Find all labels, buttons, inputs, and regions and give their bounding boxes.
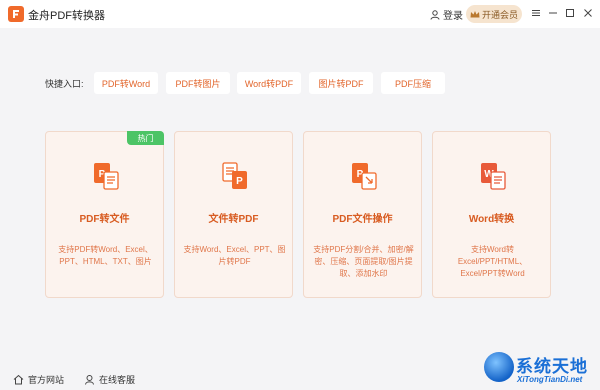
- card-title: Word转换: [468, 214, 515, 225]
- app-title: 金舟PDF转换器: [28, 10, 105, 22]
- official-website-link[interactable]: 官方网站: [13, 373, 64, 386]
- word-convert-icon: W: [481, 163, 506, 190]
- card-desc: 支持PDF分割/合并、加密/解密、压缩、页面提取/图片提取、添加水印: [313, 245, 414, 278]
- quick-pdf-compress-button[interactable]: PDF压缩: [381, 72, 445, 94]
- quick-word-to-pdf-button[interactable]: Word转PDF: [237, 72, 301, 94]
- login-button[interactable]: 登录: [430, 7, 463, 22]
- watermark-sub-text: XiTongTianDi.net: [517, 375, 583, 384]
- user-icon: [430, 9, 440, 20]
- vip-label: 开通会员: [481, 9, 518, 20]
- quick-pdf-to-image-button[interactable]: PDF转图片: [166, 72, 230, 94]
- app-logo-icon: [8, 6, 24, 22]
- card-desc: 支持Word、Excel、PPT、图片转PDF: [183, 245, 286, 266]
- menu-icon[interactable]: [528, 5, 544, 21]
- file-to-pdf-icon: P: [222, 162, 247, 189]
- globe-icon: [484, 352, 514, 382]
- login-label: 登录: [443, 11, 463, 22]
- official-website-label: 官方网站: [28, 375, 65, 385]
- watermark-logo: 系统天地 XiTongTianDi.net: [484, 350, 600, 390]
- svg-text:P: P: [236, 176, 243, 187]
- maximize-icon[interactable]: [562, 5, 578, 21]
- card-pdf-to-file[interactable]: 热门 P PDF转文件 支持PDF转Word、Excel、PPT、HTML、TX…: [45, 131, 164, 298]
- card-title: 文件转PDF: [208, 214, 259, 225]
- card-word-convert[interactable]: W Word转换 支持Word转Excel/PPT/HTML、Excel/PPT…: [432, 131, 551, 298]
- watermark-main-text: 系统天地: [516, 357, 588, 376]
- home-icon: [13, 374, 24, 385]
- quick-pdf-to-word-button[interactable]: PDF转Word: [94, 72, 158, 94]
- card-title: PDF文件操作: [332, 214, 393, 225]
- online-support-link[interactable]: 在线客服: [84, 373, 135, 386]
- pdf-operations-icon: P: [352, 163, 377, 190]
- card-desc: 支持PDF转Word、Excel、PPT、HTML、TXT、图片: [58, 245, 153, 266]
- crown-icon: [470, 10, 480, 17]
- card-title: PDF转文件: [79, 214, 130, 225]
- support-agent-icon: [85, 375, 94, 385]
- hot-badge: 热门: [127, 131, 164, 145]
- pdf-to-file-icon: P: [94, 163, 119, 190]
- online-support-label: 在线客服: [99, 375, 136, 385]
- card-desc: 支持Word转Excel/PPT/HTML、Excel/PPT转Word: [457, 245, 528, 278]
- quick-entry-label: 快捷入口:: [45, 79, 84, 89]
- close-icon[interactable]: [580, 5, 596, 21]
- title-bar: 金舟PDF转换器 登录 开通会员: [0, 0, 600, 28]
- minimize-icon[interactable]: [545, 5, 561, 21]
- card-pdf-operations[interactable]: P PDF文件操作 支持PDF分割/合并、加密/解密、压缩、页面提取/图片提取、…: [303, 131, 422, 298]
- quick-image-to-pdf-button[interactable]: 图片转PDF: [309, 72, 373, 94]
- card-file-to-pdf[interactable]: P 文件转PDF 支持Word、Excel、PPT、图片转PDF: [174, 131, 293, 298]
- vip-button[interactable]: 开通会员: [466, 5, 522, 23]
